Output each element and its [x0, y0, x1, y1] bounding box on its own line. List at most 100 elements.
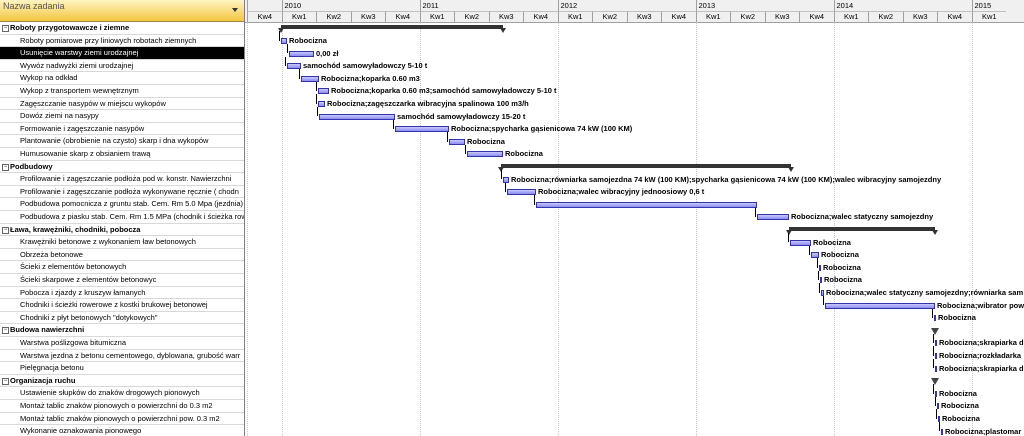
task-row[interactable]: Usunięcie warstwy ziemi urodzajnej [0, 47, 244, 60]
dropdown-arrow-icon[interactable] [232, 8, 238, 12]
task-bar[interactable] [937, 403, 939, 410]
task-name: Humusowanie skarp z obsianiem trawą [20, 149, 151, 158]
task-row[interactable]: Wykop z transportem wewnętrznym [0, 85, 244, 98]
summary-bar[interactable] [281, 25, 503, 30]
task-name-header[interactable]: Nazwa zadania [0, 0, 244, 22]
task-bar[interactable] [536, 201, 757, 208]
year-gridline [695, 22, 697, 436]
quarter-label: Kw3 [488, 11, 523, 22]
collapse-icon[interactable]: − [2, 377, 9, 385]
summary-bar[interactable] [501, 163, 791, 168]
dependency-link [933, 358, 934, 369]
task-row[interactable]: Krawężniki betonowe z wykonaniem ław bet… [0, 236, 244, 249]
task-bar[interactable] [825, 302, 935, 309]
year-label: 2010 [281, 0, 420, 11]
task-name: Ustawienie słupków do znaków drogowych p… [20, 388, 200, 398]
task-row[interactable]: Ustawienie słupków do znaków drogowych p… [0, 387, 244, 400]
task-bar[interactable] [449, 138, 465, 145]
dependency-link [465, 144, 466, 155]
bar-resource-label: samochód samowyładowczy 5-10 t [303, 61, 428, 71]
task-row[interactable]: Wywóz nadwyżki ziemi urodzajnej [0, 60, 244, 73]
quarter-label: Kw2 [454, 11, 489, 22]
bar-resource-label: Robocizna;walec statyczny samojezdny [791, 212, 934, 222]
quarter-label: Kw1 [971, 11, 1006, 22]
task-name: Montaż tablic znaków pionowych o powierz… [20, 401, 213, 410]
summary-bar[interactable] [789, 226, 935, 231]
task-bar[interactable] [507, 189, 536, 196]
task-row[interactable]: Podbudowa pomocnicza z gruntu stab. Cem.… [0, 198, 244, 211]
collapse-icon[interactable]: − [2, 163, 9, 171]
dependency-link [936, 409, 937, 419]
task-row[interactable]: Pobocza i zjazdy z kruszyw łamanych [0, 287, 244, 300]
quarter-label: Kw3 [902, 11, 937, 22]
task-name: Wywóz nadwyżki ziemi urodzajnej [20, 60, 134, 70]
task-name: Roboty przygotowawcze i ziemne [10, 23, 130, 32]
task-bar[interactable] [319, 113, 395, 120]
task-bar[interactable] [395, 126, 449, 133]
task-row[interactable]: Ścieki skarpowe z elementów betonowyc [0, 274, 244, 287]
bar-resource-label: Robocizna;skrapiarka d [939, 363, 1024, 373]
quarter-label: Kw1 [833, 11, 868, 22]
task-bar[interactable] [935, 365, 937, 372]
summary-task-row[interactable]: − Podbudowy [0, 161, 244, 174]
summary-task-row[interactable]: − Organizacja ruchu [0, 375, 244, 388]
bar-resource-label: Robocizna;wibrator pow [937, 300, 1024, 310]
task-row[interactable]: Chodniki i ścieżki rowerowe z kostki bru… [0, 299, 244, 312]
task-bar[interactable] [318, 100, 325, 107]
task-row[interactable]: Wykop na odkład [0, 72, 244, 85]
task-row[interactable]: Warstwa poślizgowa bitumiczna [0, 337, 244, 350]
dependency-link [287, 43, 288, 54]
collapse-icon[interactable]: − [2, 25, 9, 32]
task-bar[interactable] [503, 176, 509, 183]
dependency-link [935, 396, 936, 407]
summary-task-row[interactable]: − Ława, krawężniki, chodniki, pobocza [0, 224, 244, 237]
task-row[interactable]: Montaż tablic znaków pionowych o powierz… [0, 400, 244, 413]
task-row[interactable]: Profilowanie i zagęszczanie podłoża pod … [0, 173, 244, 186]
task-bar[interactable] [757, 214, 789, 221]
task-bar[interactable] [934, 315, 936, 322]
task-row[interactable]: Formowanie i zagęszczanie nasypów [0, 123, 244, 136]
task-row[interactable]: Zagęszczanie nasypów w miejscu wykopów [0, 98, 244, 111]
task-row[interactable]: Warstwa jezdna z betonu cementowego, dyb… [0, 350, 244, 363]
task-row[interactable]: Humusowanie skarp z obsianiem trawą [0, 148, 244, 161]
task-row[interactable]: Wykonanie oznakowania pionowego [0, 425, 244, 436]
collapse-icon[interactable]: − [2, 226, 9, 234]
bar-resource-label: Robocizna [942, 413, 980, 423]
dependency-link [823, 295, 824, 306]
gantt-chart[interactable]: 2010 2011 2012 2013 2014 2015 Kw4 Kw1 Kw2 Kw3 Kw4 K… [245, 0, 1024, 436]
task-name: Roboty pomiarowe przy liniowych robotach… [20, 35, 197, 45]
task-name-header-label: Nazwa zadania [3, 1, 65, 11]
task-name: Wykop z transportem wewnętrznym [20, 86, 139, 95]
task-bar[interactable] [941, 428, 943, 435]
bar-resource-label: Robocizna;równiarka samojezdna 74 kW (10… [511, 174, 942, 184]
collapse-icon[interactable]: − [2, 327, 9, 335]
dependency-link [299, 69, 300, 79]
task-bar[interactable] [935, 352, 937, 359]
year-gridline [557, 22, 559, 436]
task-bar[interactable] [790, 239, 811, 246]
summary-task-row[interactable]: − Budowa nawierzchni [0, 324, 244, 337]
task-bar[interactable] [318, 88, 329, 95]
task-bar[interactable] [820, 277, 822, 284]
task-bar[interactable] [935, 340, 937, 347]
summary-task-row[interactable]: − Roboty przygotowawcze i ziemne [0, 22, 244, 35]
task-row[interactable]: Profilowanie i zagęszczanie podłoża wyko… [0, 186, 244, 199]
task-row[interactable]: Roboty pomiarowe przy liniowych robotach… [0, 35, 244, 48]
task-row[interactable]: Ścieki z elementów betonowych [0, 261, 244, 274]
task-bar[interactable] [819, 264, 821, 271]
task-name: Wykop na odkład [20, 73, 78, 83]
task-bar[interactable] [467, 151, 503, 158]
task-row[interactable]: Montaż tablic znaków pionowych o powierz… [0, 413, 244, 426]
task-row[interactable]: Dowóz ziemi na nasypy [0, 110, 244, 123]
bar-resource-label: Robocizna;koparka 0.60 m3;samochód samow… [331, 86, 557, 96]
summary-cap-icon [788, 166, 794, 172]
task-row[interactable]: Obrzeża betonowe [0, 249, 244, 262]
task-row[interactable]: Pielęgnacja betonu [0, 362, 244, 375]
task-bar[interactable] [289, 50, 314, 57]
year-gridline [281, 22, 283, 436]
task-row[interactable]: Plantowanie (obrobienie na czysto) skarp… [0, 135, 244, 148]
task-name: Podbudowa z piasku stab. Cem. Rm 1.5 MPa… [20, 212, 244, 221]
task-name: Ścieki skarpowe z elementów betonowyc [20, 275, 157, 284]
task-row[interactable]: Podbudowa z piasku stab. Cem. Rm 1.5 MPa… [0, 211, 244, 224]
task-row[interactable]: Chodniki z płyt betonowych "dotykowych" [0, 312, 244, 325]
